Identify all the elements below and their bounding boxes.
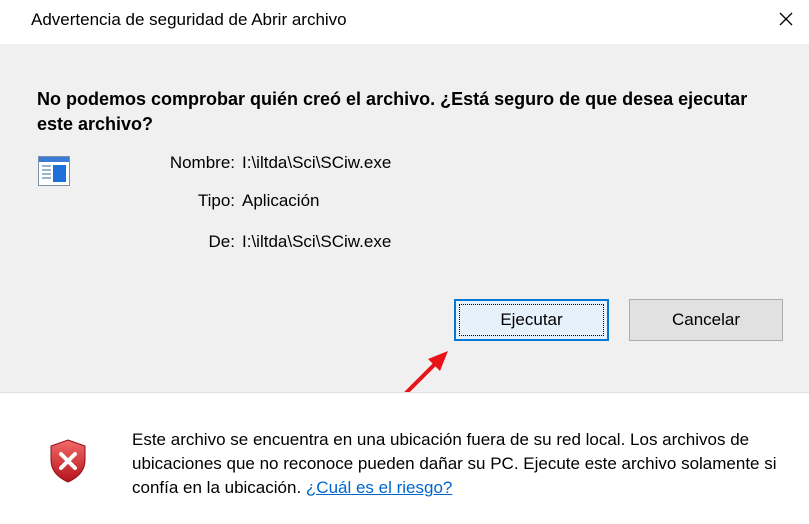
- cancel-button-label: Cancelar: [671, 310, 741, 329]
- name-label: Nombre:: [169, 153, 235, 172]
- type-label: Tipo:: [197, 191, 235, 210]
- warning-text: Este archivo se encuentra en una ubicaci…: [132, 430, 777, 497]
- warning-heading: No podemos comprobar quién creó el archi…: [37, 89, 748, 134]
- dialog-body: No podemos comprobar quién creó el archi…: [0, 44, 809, 397]
- focus-ring: [459, 304, 604, 336]
- type-value: Aplicación: [242, 191, 320, 210]
- warning-message: Este archivo se encuentra en una ubicaci…: [132, 428, 782, 500]
- name-value: I:\iltda\Sci\SCiw.exe: [242, 153, 392, 172]
- security-shield-error-icon: [50, 439, 86, 483]
- security-warning-dialog: Advertencia de seguridad de Abrir archiv…: [0, 0, 809, 524]
- from-value: I:\iltda\Sci\SCiw.exe: [242, 232, 392, 251]
- title-bar: Advertencia de seguridad de Abrir archiv…: [0, 0, 809, 44]
- from-label: De:: [208, 232, 235, 251]
- window-title: Advertencia de seguridad de Abrir archiv…: [31, 10, 347, 29]
- close-icon: [779, 12, 793, 26]
- run-button[interactable]: Ejecutar: [454, 299, 609, 341]
- close-button[interactable]: [763, 0, 809, 38]
- cancel-button[interactable]: Cancelar: [629, 299, 783, 341]
- warning-footer: Este archivo se encuentra en una ubicaci…: [0, 392, 809, 524]
- risk-link[interactable]: ¿Cuál es el riesgo?: [306, 478, 452, 497]
